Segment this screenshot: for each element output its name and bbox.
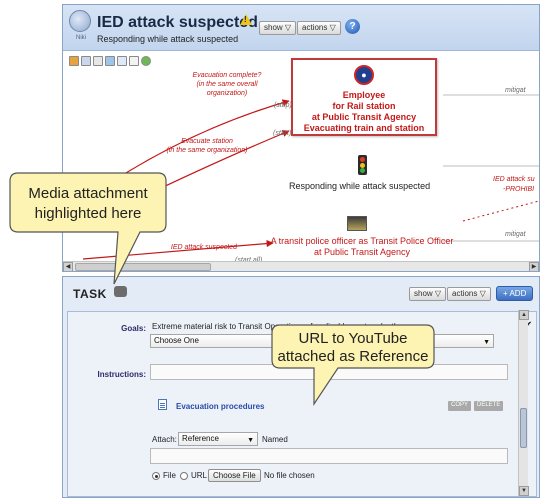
file-radio-label: File bbox=[163, 471, 176, 480]
add-button[interactable]: + ADD bbox=[496, 286, 534, 301]
goals-label: Goals: bbox=[121, 324, 146, 333]
traffic-light-icon bbox=[358, 155, 367, 175]
scroll-right-icon[interactable]: ▶ bbox=[529, 262, 539, 271]
help-icon[interactable]: ? bbox=[345, 19, 360, 34]
task-form: Goals: Extreme material risk to Transit … bbox=[67, 311, 537, 497]
vertical-scrollbar-thumb[interactable] bbox=[520, 408, 527, 448]
scroll-up-icon[interactable]: ▲ bbox=[519, 310, 529, 320]
attachment-link[interactable]: Evacuation procedures bbox=[176, 402, 264, 411]
attach-type-select[interactable]: Reference ▼ bbox=[178, 432, 258, 446]
copy-button[interactable]: COPY bbox=[448, 401, 472, 411]
instructions-label: Instructions: bbox=[97, 370, 146, 379]
page-title: IED attack suspected bbox=[97, 14, 258, 31]
side-label-ied: IED attack su bbox=[493, 176, 535, 183]
logo-text: Niki bbox=[76, 35, 86, 41]
document-icon bbox=[158, 399, 167, 410]
plan-frame: Niki IED attack suspected show ▽ actions… bbox=[62, 4, 540, 272]
side-label-mitigate-1: mitigat bbox=[505, 87, 526, 94]
goals-text: Extreme material risk to Transit Operati… bbox=[152, 322, 399, 331]
side-label-mitigate-2: mitigat bbox=[505, 231, 526, 238]
task-title: TASK bbox=[73, 287, 107, 301]
chevron-down-icon: ▼ bbox=[483, 339, 490, 346]
instructions-field[interactable] bbox=[150, 364, 508, 380]
goals-select-value: Choose One bbox=[154, 336, 199, 345]
actions-dropdown[interactable]: actions ▽ bbox=[297, 21, 341, 35]
employee-task-node[interactable]: ● Employee for Rail station at Public Tr… bbox=[291, 58, 437, 136]
logo-icon bbox=[69, 10, 91, 32]
horizontal-scrollbar[interactable]: ◀ ▶ bbox=[63, 261, 539, 271]
officer-task-node[interactable]: A transit police officer as Transit Poli… bbox=[257, 236, 467, 258]
side-label-prohib: -PROHIBI bbox=[503, 186, 535, 193]
chevron-down-icon: ▼ bbox=[247, 437, 254, 444]
attach-label: Attach: bbox=[152, 435, 177, 444]
flow-label-evac-station: Evacuate station (in the same organizati… bbox=[166, 138, 248, 154]
task-actions-dropdown[interactable]: actions ▽ bbox=[447, 287, 491, 301]
no-file-text: No file chosen bbox=[264, 471, 315, 480]
named-label: Named bbox=[262, 435, 288, 444]
flow-label-ied-suspected: IED attack suspected bbox=[170, 244, 238, 251]
attach-type-value: Reference bbox=[182, 434, 219, 443]
agency-logo-icon: ● bbox=[354, 65, 374, 85]
url-radio-label: URL bbox=[191, 471, 208, 480]
delete-button[interactable]: DELETE bbox=[474, 401, 504, 411]
attachment-name-field[interactable] bbox=[150, 448, 508, 464]
goals-select[interactable]: Choose One ▼ bbox=[150, 334, 494, 348]
file-radio[interactable] bbox=[152, 472, 160, 480]
task-panel: TASK show ▽ actions ▽ + ADD Goals: Extre… bbox=[62, 276, 540, 498]
event-label: Responding while attack suspected bbox=[289, 181, 431, 191]
scrollbar-thumb[interactable] bbox=[75, 263, 211, 271]
stop-tag: (stop) bbox=[274, 102, 292, 109]
employee-task-label: Employee for Rail station at Public Tran… bbox=[303, 90, 425, 133]
task-icon bbox=[114, 286, 127, 297]
flow-label-evac-complete: Evacuation complete? (in the same overal… bbox=[192, 72, 262, 97]
plan-header: Niki IED attack suspected show ▽ actions… bbox=[63, 5, 539, 51]
scroll-down-icon[interactable]: ▼ bbox=[519, 486, 529, 496]
photo-icon[interactable] bbox=[347, 216, 367, 231]
vertical-scrollbar[interactable]: ▲ ▼ bbox=[518, 310, 529, 496]
url-radio[interactable] bbox=[180, 472, 188, 480]
start-tag: (start) bbox=[273, 130, 292, 137]
choose-file-button[interactable]: Choose File bbox=[208, 469, 261, 482]
side-dotted bbox=[462, 200, 539, 222]
warning-icon[interactable] bbox=[240, 14, 252, 25]
flow-canvas: ● Employee for Rail station at Public Tr… bbox=[63, 51, 539, 265]
plan-subtitle: Responding while attack suspected bbox=[97, 34, 239, 44]
show-dropdown[interactable]: show ▽ bbox=[259, 21, 297, 35]
task-show-dropdown[interactable]: show ▽ bbox=[409, 287, 447, 301]
scroll-left-icon[interactable]: ◀ bbox=[63, 262, 73, 271]
